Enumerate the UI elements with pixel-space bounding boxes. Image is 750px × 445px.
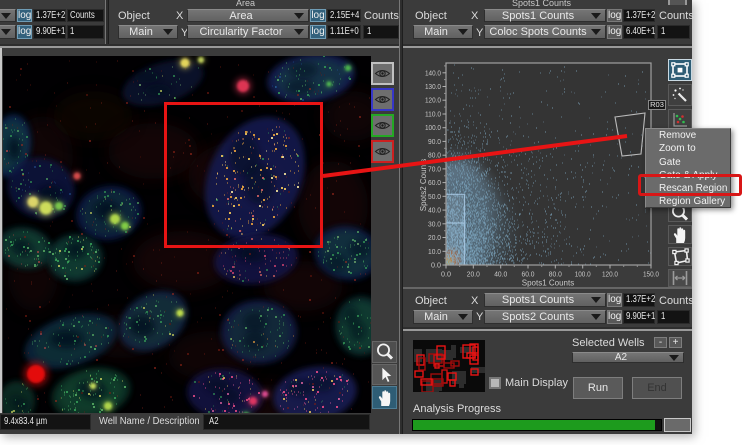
svg-text:100.0: 100.0 [425, 123, 441, 132]
svg-text:130.0: 130.0 [425, 82, 441, 91]
svg-text:0.0: 0.0 [441, 270, 451, 279]
svg-text:120.0: 120.0 [602, 270, 618, 279]
svg-text:10.0: 10.0 [428, 247, 441, 256]
svg-text:60.0: 60.0 [522, 270, 535, 279]
svg-text:150.0: 150.0 [643, 270, 659, 279]
svg-text:120.0: 120.0 [425, 96, 441, 105]
svg-text:70.0: 70.0 [428, 164, 441, 173]
svg-text:40.0: 40.0 [428, 206, 441, 215]
svg-text:Spots2 Counts: Spots2 Counts [419, 159, 428, 211]
svg-text:100.0: 100.0 [575, 270, 591, 279]
svg-text:60.0: 60.0 [428, 178, 441, 187]
svg-text:80.0: 80.0 [549, 270, 562, 279]
svg-text:20.0: 20.0 [428, 233, 441, 242]
svg-text:140.0: 140.0 [425, 68, 441, 77]
svg-text:40.0: 40.0 [494, 270, 507, 279]
svg-text:80.0: 80.0 [428, 151, 441, 160]
svg-text:110.0: 110.0 [425, 110, 441, 119]
svg-text:20.0: 20.0 [467, 270, 480, 279]
svg-text:0.0: 0.0 [431, 261, 441, 270]
svg-text:50.0: 50.0 [428, 192, 441, 201]
svg-text:30.0: 30.0 [428, 219, 441, 228]
svg-text:90.0: 90.0 [428, 137, 441, 146]
